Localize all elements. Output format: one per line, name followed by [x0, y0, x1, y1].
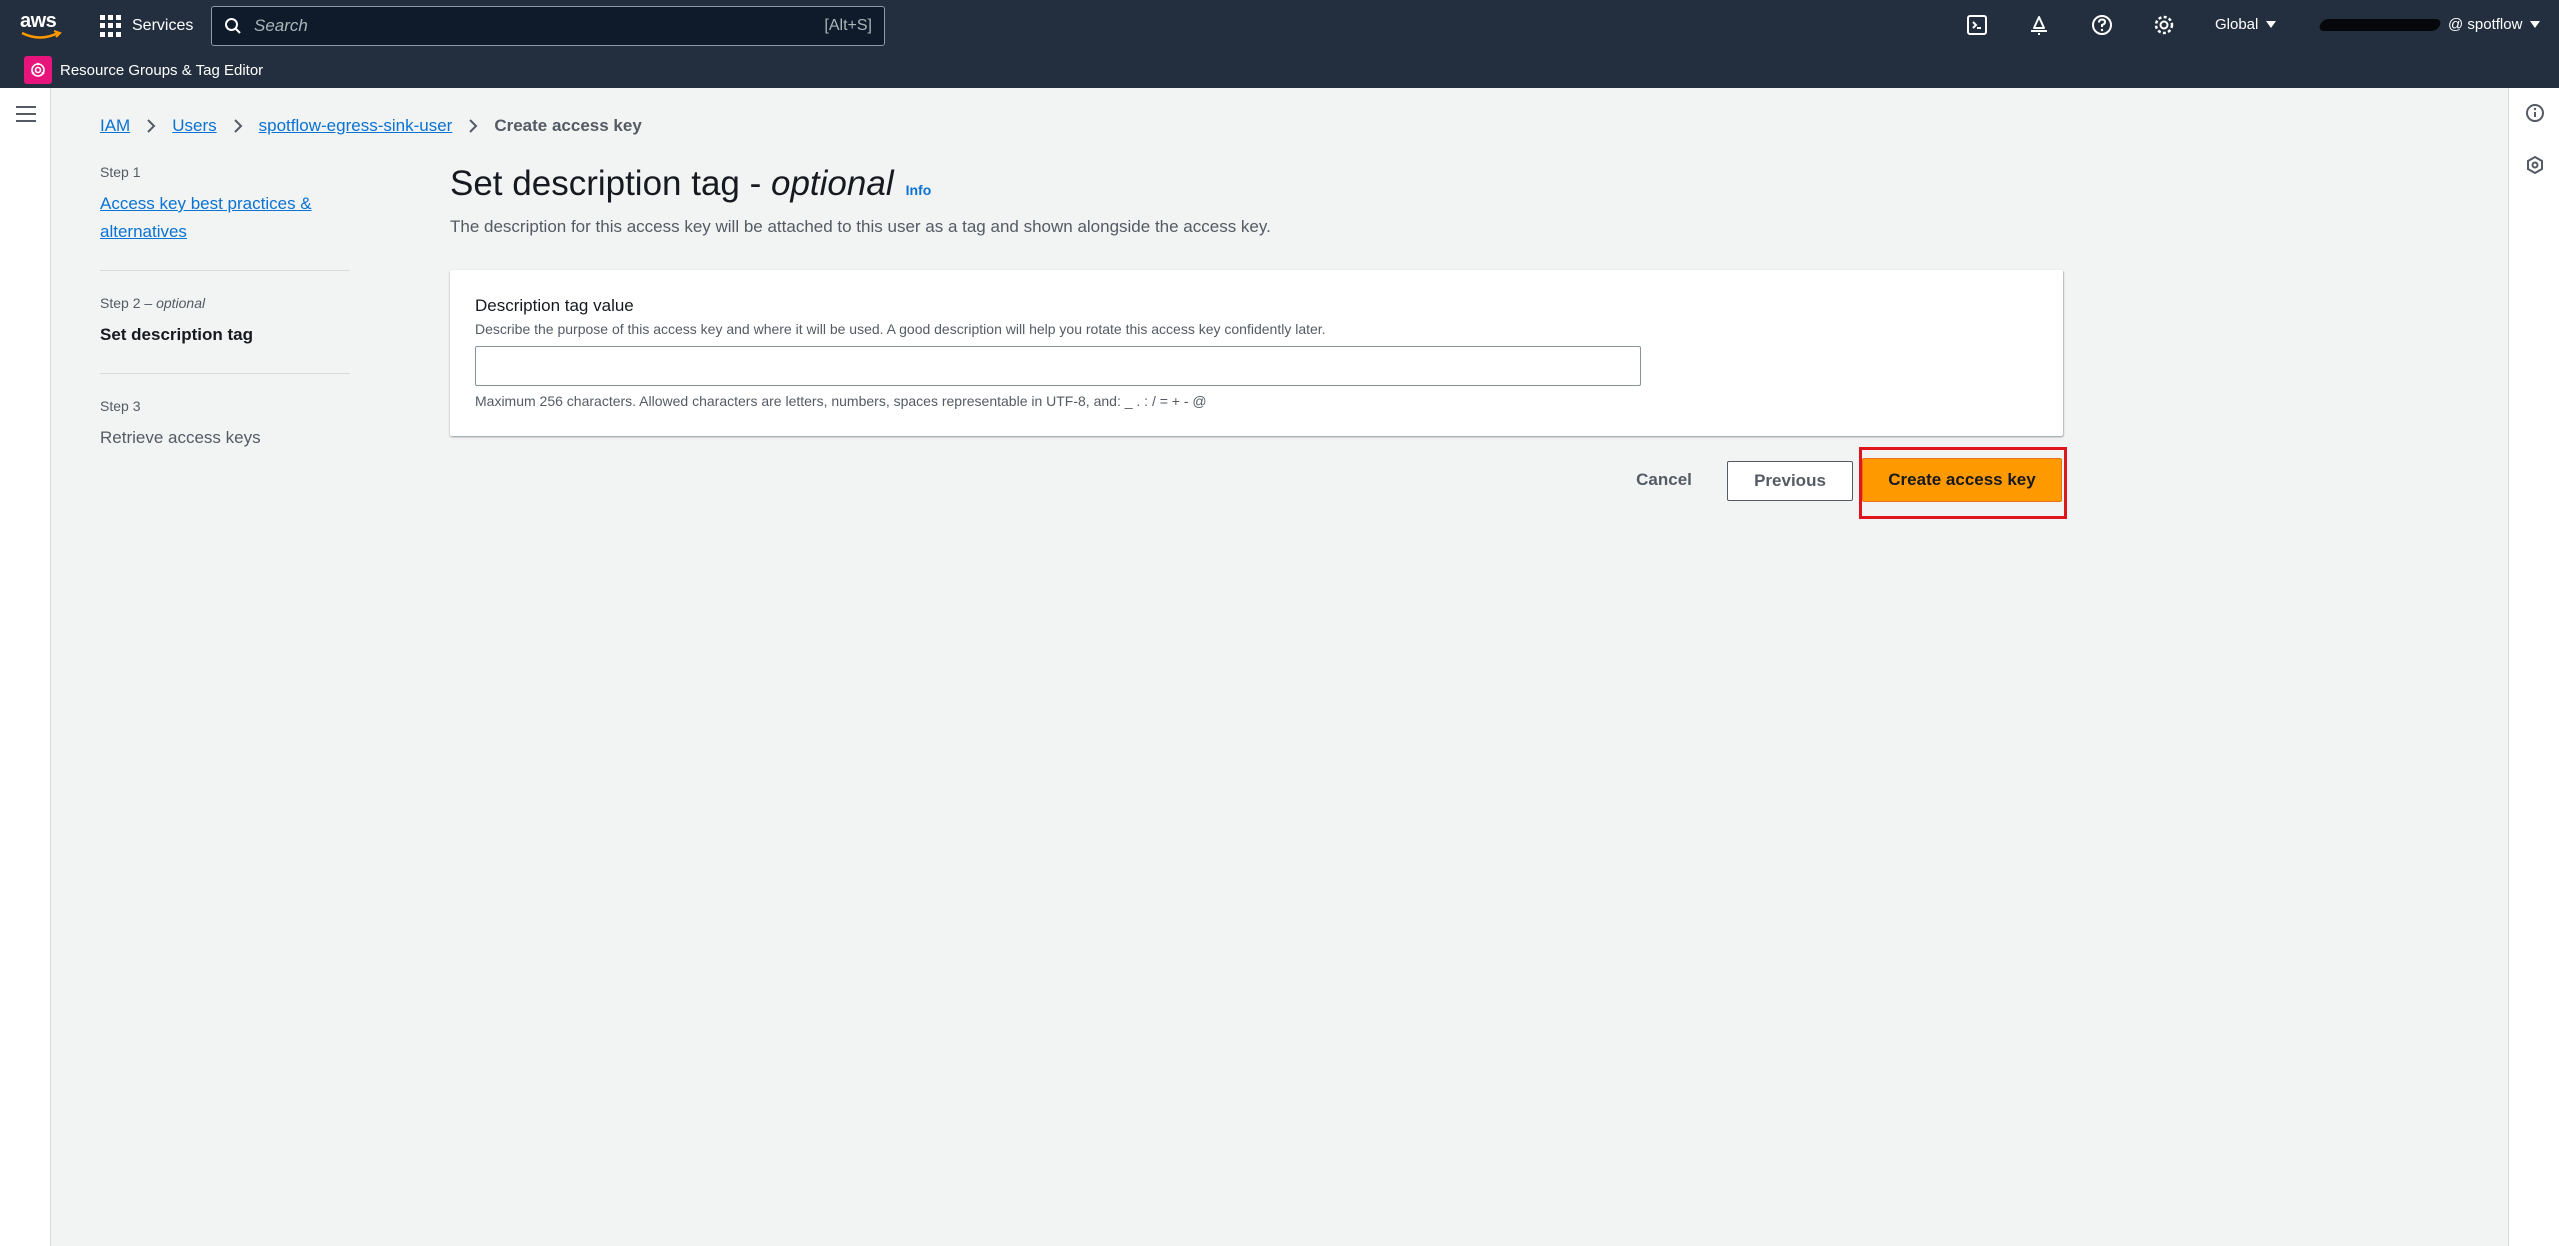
breadcrumb-iam-link[interactable]: IAM: [100, 116, 130, 136]
wizard-step-1: Step 1 Access key best practices & alter…: [100, 164, 350, 271]
page-header: Set description tag - optional Info: [450, 164, 931, 204]
previous-button[interactable]: Previous: [1727, 461, 1853, 501]
notifications-icon[interactable]: [2028, 14, 2052, 38]
breadcrumb: IAM Users spotflow-egress-sink-user Crea…: [100, 114, 642, 138]
help-icon[interactable]: [2091, 14, 2115, 38]
breadcrumb-users-link[interactable]: Users: [172, 116, 216, 136]
search-shortcut: [Alt+S]: [824, 17, 872, 34]
description-tag-panel: Description tag value Describe the purpo…: [450, 270, 2063, 436]
description-tag-input[interactable]: [475, 346, 1641, 386]
side-navigation-rail: [0, 88, 51, 1246]
wizard-step-3: Step 3 Retrieve access keys: [100, 398, 350, 476]
favorite-resource-groups-link[interactable]: Resource Groups & Tag Editor: [60, 62, 263, 79]
menu-icon[interactable]: [16, 106, 36, 122]
settings-icon[interactable]: [2153, 14, 2177, 38]
grid-icon: [100, 15, 122, 37]
redacted-account-id: [2317, 18, 2443, 31]
cancel-button[interactable]: Cancel: [1620, 461, 1708, 499]
feedback-icon[interactable]: [2524, 154, 2546, 176]
description-tag-constraint: Maximum 256 characters. Allowed characte…: [475, 393, 1207, 409]
wizard-step-2: Step 2 – optional Set description tag: [100, 295, 350, 374]
search-icon: [225, 18, 241, 34]
step-number: Step 2 – optional: [100, 295, 206, 311]
step-3-title: Retrieve access keys: [100, 428, 261, 447]
top-bar: aws Services Search [Alt+S] Global @ spo…: [0, 0, 2559, 52]
page-title: Set description tag - optional: [450, 164, 894, 203]
cloudshell-icon[interactable]: [1966, 14, 1990, 38]
search-placeholder: Search: [254, 16, 308, 35]
favorites-bar: Resource Groups & Tag Editor: [0, 52, 2559, 88]
create-access-key-button[interactable]: Create access key: [1862, 458, 2062, 502]
tools-rail: [2508, 88, 2559, 1246]
step-1-link[interactable]: Access key best practices & alternatives: [100, 190, 350, 246]
step-number: Step 1: [100, 164, 141, 180]
info-link[interactable]: Info: [906, 182, 932, 198]
search-input[interactable]: Search [Alt+S]: [211, 6, 885, 46]
info-icon[interactable]: [2524, 102, 2546, 124]
resource-groups-icon[interactable]: [24, 56, 52, 84]
breadcrumb-current: Create access key: [494, 116, 642, 135]
account-label: @ spotflow: [2448, 16, 2523, 33]
account-menu[interactable]: @ spotflow: [2317, 16, 2541, 33]
description-tag-help: Describe the purpose of this access key …: [475, 321, 1326, 337]
region-label: Global: [2215, 16, 2259, 33]
step-number: Step 3: [100, 398, 141, 414]
services-menu-button[interactable]: Services: [100, 12, 193, 40]
description-tag-label: Description tag value: [475, 296, 634, 315]
caret-down-icon: [2266, 21, 2277, 28]
region-selector[interactable]: Global: [2215, 16, 2277, 33]
breadcrumb-user-link[interactable]: spotflow-egress-sink-user: [259, 116, 453, 136]
page-description: The description for this access key will…: [450, 217, 1271, 236]
wizard-steps: Step 1 Access key best practices & alter…: [100, 164, 350, 500]
caret-down-icon: [2530, 21, 2541, 28]
chevron-right-icon: [469, 119, 478, 133]
step-2-title: Set description tag: [100, 325, 254, 344]
chevron-right-icon: [233, 119, 243, 133]
aws-logo[interactable]: aws: [20, 10, 66, 42]
services-label: Services: [132, 17, 194, 34]
top-navigation: aws Services Search [Alt+S] Global @ spo…: [0, 0, 2559, 88]
chevron-right-icon: [147, 119, 156, 133]
